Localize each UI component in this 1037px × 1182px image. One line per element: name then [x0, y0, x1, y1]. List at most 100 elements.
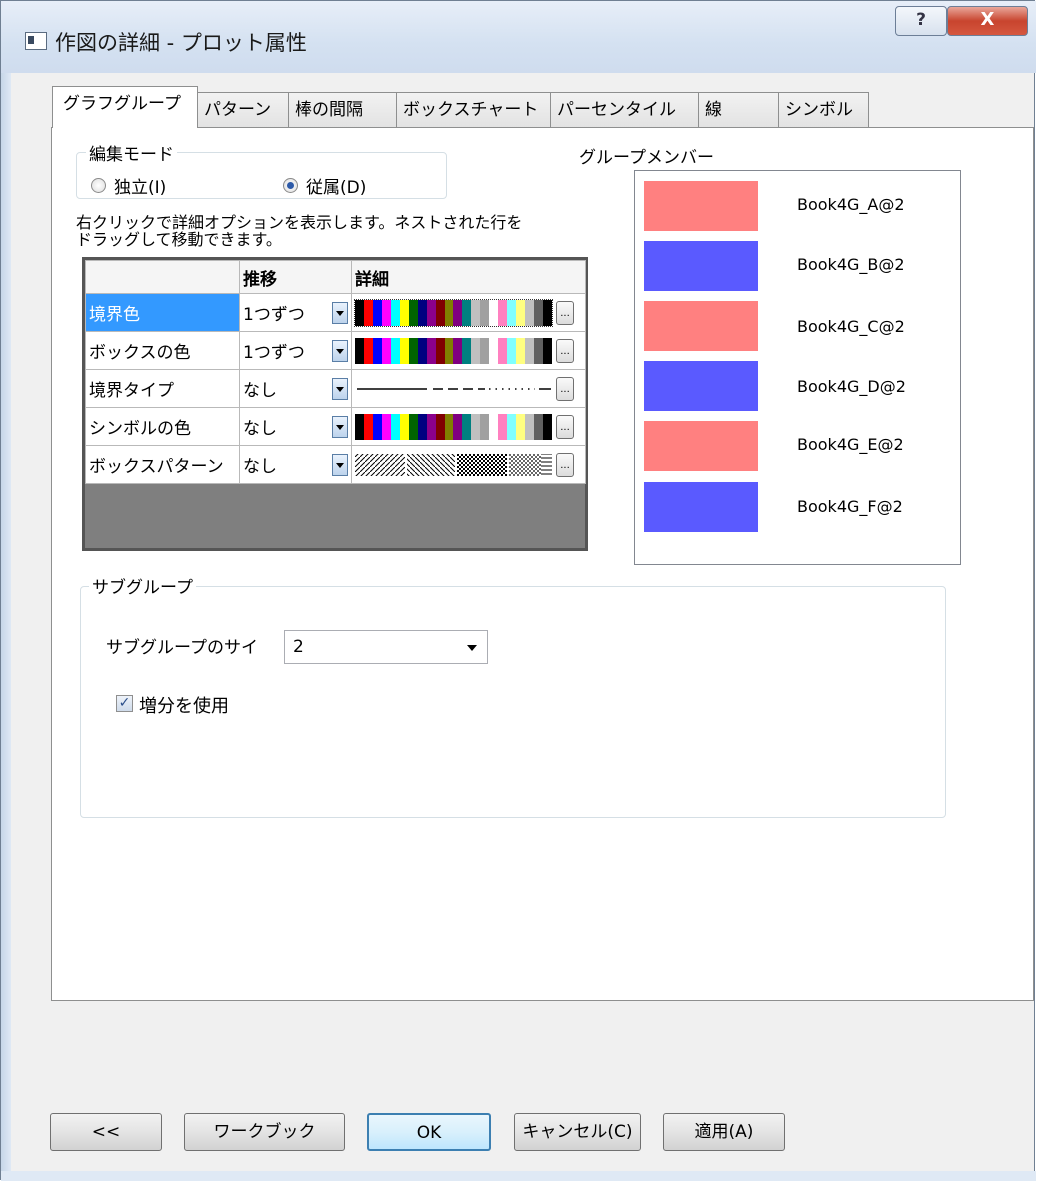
color-swatch	[462, 299, 472, 326]
row-name: ボックスの色	[85, 331, 240, 370]
color-swatch	[372, 299, 382, 326]
row-mode: なし	[243, 457, 277, 477]
color-swatch	[444, 413, 454, 440]
use-increment-checkbox[interactable]: ✓	[116, 695, 133, 712]
row-mode-cell[interactable]: なし	[239, 445, 352, 484]
back-button[interactable]: <<	[50, 1113, 162, 1151]
row-detail-cell[interactable]: ...	[351, 407, 586, 446]
row-detail-cell[interactable]: ...	[351, 445, 586, 484]
tab-box-chart[interactable]: ボックスチャート	[396, 92, 551, 128]
radio-independent-label: 独立(I)	[114, 178, 167, 198]
color-swatch	[489, 413, 499, 440]
pattern-preview	[355, 453, 552, 476]
color-swatch	[390, 337, 400, 364]
row-mode: 1つずつ	[243, 305, 305, 325]
tab-symbol[interactable]: シンボル	[778, 92, 869, 128]
radio-independent[interactable]	[91, 178, 106, 193]
color-swatch	[507, 299, 517, 326]
color-swatch	[534, 413, 544, 440]
table-row[interactable]: 境界タイプ なし ...	[85, 369, 586, 408]
color-swatch	[408, 413, 418, 440]
row-name: ボックスパターン	[85, 445, 240, 484]
table-row[interactable]: ボックスパターン なし ...	[85, 445, 586, 484]
color-swatch	[516, 299, 526, 326]
color-swatch	[417, 413, 427, 440]
row-detail-cell[interactable]: ...	[351, 293, 586, 332]
table-row[interactable]: ボックスの色 1つずつ ...	[85, 331, 586, 370]
color-swatch	[399, 337, 409, 364]
color-swatch	[489, 299, 499, 326]
member-color-swatch	[644, 181, 758, 231]
tab-pattern[interactable]: パターン	[197, 92, 289, 128]
color-swatch	[498, 299, 508, 326]
row-detail-cell[interactable]: ...	[351, 369, 586, 408]
ellipsis-button[interactable]: ...	[556, 338, 574, 363]
ellipsis-button[interactable]: ...	[556, 452, 574, 477]
row-mode-cell[interactable]: なし	[239, 407, 352, 446]
row-mode-cell[interactable]: 1つずつ	[239, 293, 352, 332]
color-swatch	[534, 337, 544, 364]
help-button[interactable]: ?	[895, 6, 947, 36]
member-color-swatch	[644, 482, 758, 532]
member-color-swatch	[644, 361, 758, 411]
color-swatch	[355, 337, 364, 364]
color-swatch	[543, 337, 552, 364]
color-swatch	[372, 413, 382, 440]
color-swatch	[381, 413, 391, 440]
row-mode-cell[interactable]: なし	[239, 369, 352, 408]
dropdown-arrow-icon[interactable]	[332, 377, 348, 400]
row-mode: なし	[243, 419, 277, 439]
workbook-button[interactable]: ワークブック	[184, 1113, 345, 1151]
close-button[interactable]: X	[947, 6, 1028, 36]
color-swatch	[471, 299, 481, 326]
dropdown-arrow-icon[interactable]	[332, 339, 348, 362]
ellipsis-button[interactable]: ...	[556, 376, 574, 401]
table-row[interactable]: シンボルの色 なし ...	[85, 407, 586, 446]
window-frame-bottom	[1, 1171, 1036, 1181]
title-bar[interactable]: 作図の詳細 - プロット属性 ? X	[1, 1, 1036, 73]
color-swatch	[480, 413, 490, 440]
color-swatch	[381, 299, 391, 326]
ellipsis-button[interactable]: ...	[556, 414, 574, 439]
color-swatch	[453, 337, 463, 364]
row-mode-cell[interactable]: 1つずつ	[239, 331, 352, 370]
color-swatch	[426, 337, 436, 364]
radio-dependent[interactable]	[283, 178, 298, 193]
dropdown-arrow-icon[interactable]	[332, 301, 348, 324]
row-detail-cell[interactable]: ...	[351, 331, 586, 370]
tab-line[interactable]: 線	[698, 92, 779, 128]
row-name: 境界タイプ	[85, 369, 240, 408]
color-list-preview	[355, 337, 552, 364]
color-swatch	[399, 413, 409, 440]
subgroup-size-select[interactable]: 2	[284, 630, 488, 664]
color-swatch	[444, 337, 454, 364]
member-label: Book4G_F@2	[797, 497, 903, 516]
color-swatch	[471, 337, 481, 364]
radio-dependent-label: 従属(D)	[306, 178, 367, 198]
dropdown-arrow-icon[interactable]	[332, 453, 348, 476]
hint-text: 右クリックで詳細オプションを表示します。ネストされた行をドラッグして移動できます…	[76, 213, 523, 249]
color-swatch	[426, 299, 436, 326]
color-swatch	[525, 337, 535, 364]
row-name: 境界色	[85, 293, 240, 332]
color-swatch	[453, 299, 463, 326]
color-swatch	[525, 299, 535, 326]
subgroup-title: サブグループ	[89, 573, 196, 598]
tab-bar-spacing[interactable]: 棒の間隔	[288, 92, 397, 128]
member-label: Book4G_C@2	[797, 317, 905, 336]
tab-percentile[interactable]: パーセンタイル	[550, 92, 699, 128]
member-color-swatch	[644, 421, 758, 471]
tab-graph-group[interactable]: グラフグループ	[52, 86, 198, 128]
cancel-button[interactable]: キャンセル(C)	[514, 1113, 641, 1151]
ellipsis-button[interactable]: ...	[556, 300, 574, 325]
group-grid: 推移 詳細 境界色 1つずつ ... ボックスの色 1つずつ ... 境界タイプ…	[82, 257, 588, 551]
color-swatch	[480, 299, 490, 326]
apply-button[interactable]: 適用(A)	[663, 1113, 785, 1151]
subgroup-size-label: サブグループのサイ	[106, 638, 258, 658]
color-swatch	[480, 337, 490, 364]
table-row[interactable]: 境界色 1つずつ ...	[85, 293, 586, 332]
dropdown-arrow-icon[interactable]	[332, 415, 348, 438]
color-swatch	[408, 337, 418, 364]
window-title: 作図の詳細 - プロット属性	[55, 31, 307, 55]
ok-button[interactable]: OK	[367, 1113, 491, 1151]
